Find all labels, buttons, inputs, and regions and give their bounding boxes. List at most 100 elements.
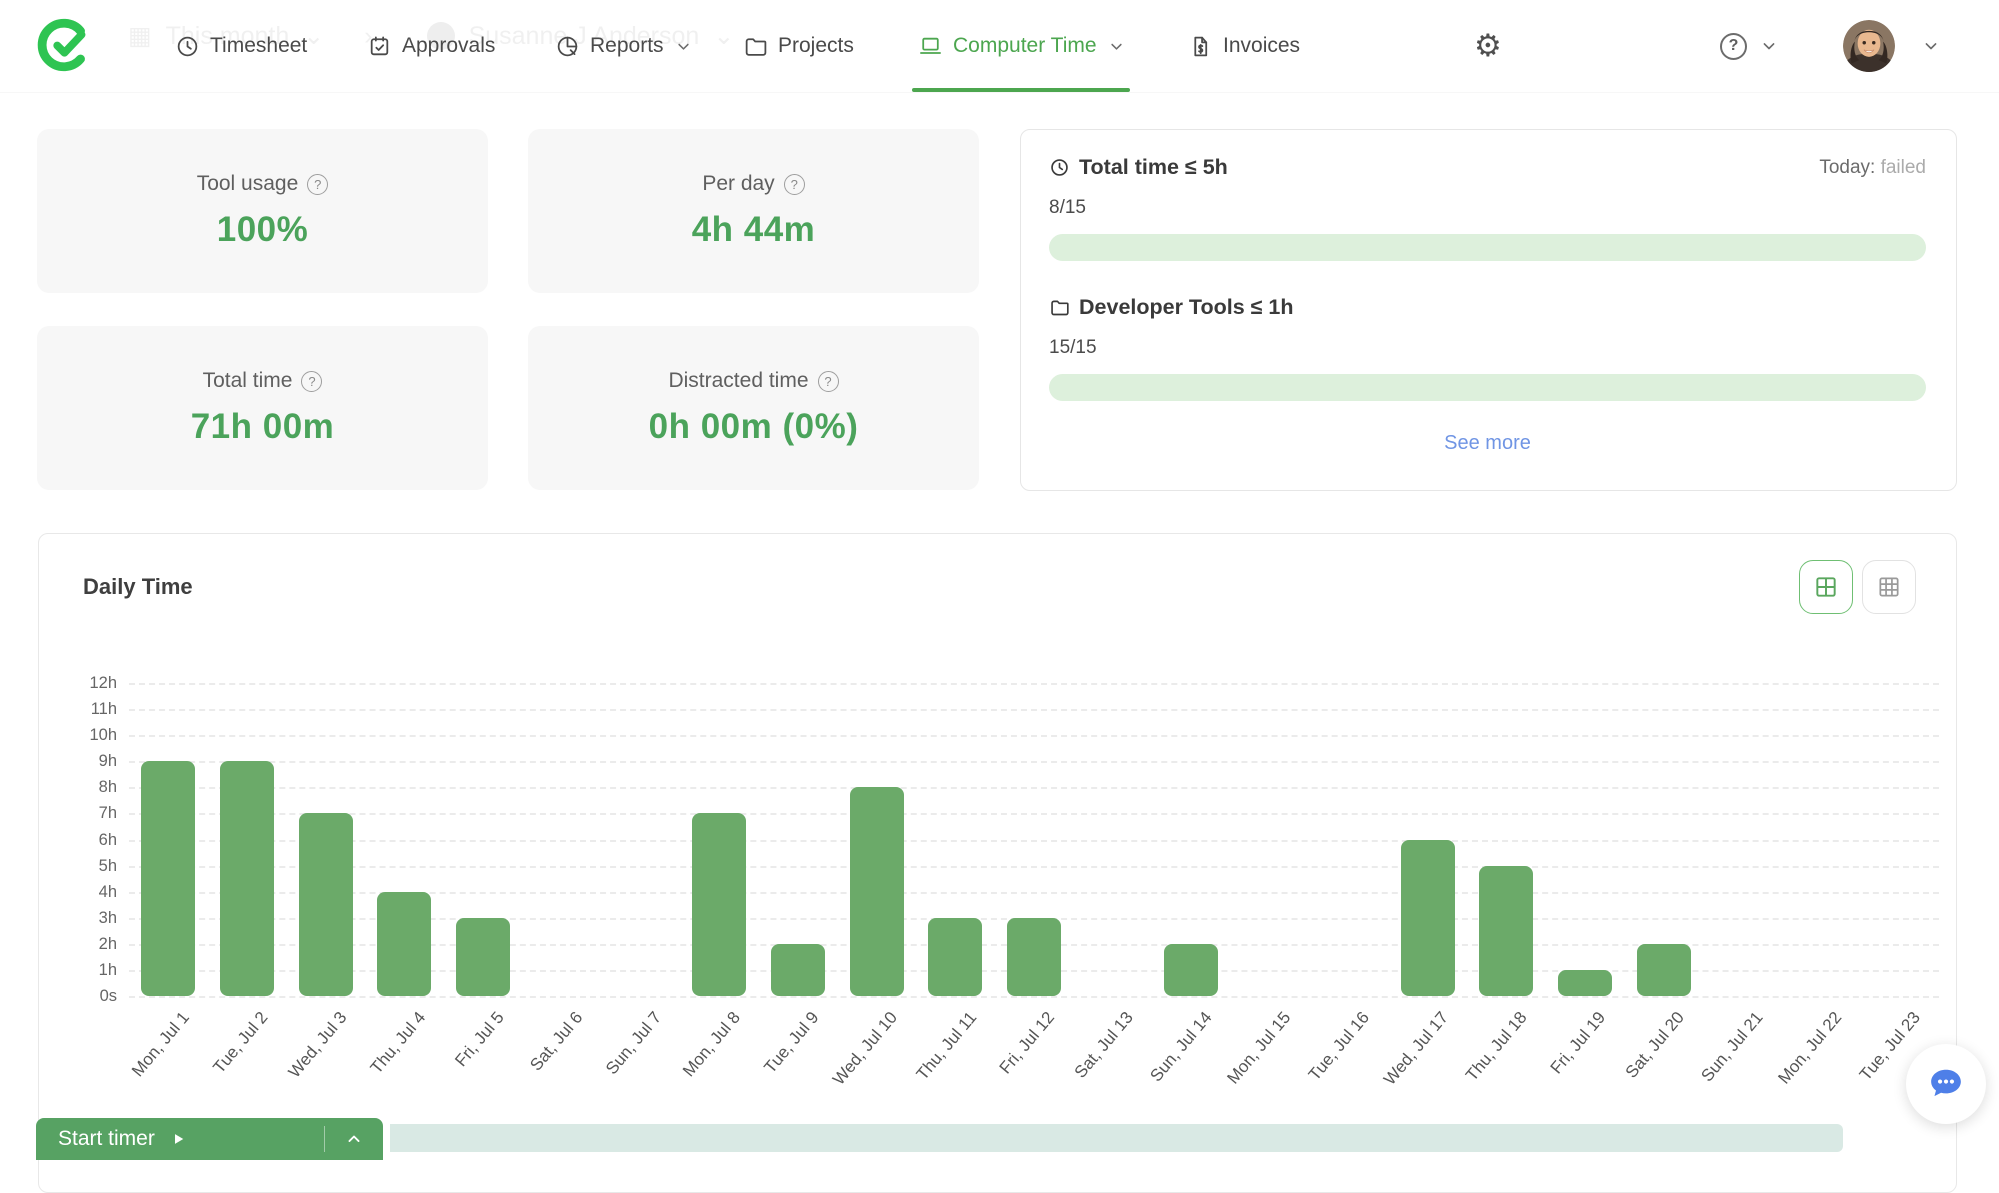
bar-fri-jul-12[interactable]: [1007, 917, 1062, 996]
chat-bubble-icon: [1931, 1069, 1961, 1097]
goal-header: Total time ≤ 5h Today: failed: [1049, 155, 1926, 180]
active-tab-underline: [912, 88, 1130, 92]
chart-cell: Sat, Jul 13: [1071, 683, 1152, 1082]
chart-cell: Wed, Jul 17: [1380, 683, 1467, 1089]
x-axis-label: Thu, Jul 4: [366, 1008, 430, 1078]
chart-cell: Tue, Jul 23: [1856, 683, 1939, 1084]
help-circle-icon: ?: [1720, 32, 1747, 60]
bar-mon-jul-8[interactable]: [692, 813, 747, 996]
chevron-up-icon: [348, 1135, 360, 1142]
avatar: [1843, 20, 1895, 72]
clock-icon: [1051, 159, 1068, 176]
user-menu[interactable]: [1843, 0, 1941, 92]
chart-cell: Sun, Jul 7: [601, 683, 680, 1078]
bar-mon-jul-1[interactable]: [141, 761, 196, 996]
bar-sat-jul-20[interactable]: [1636, 943, 1691, 996]
bar-wed-jul-3[interactable]: [298, 813, 353, 996]
chevron-down-icon: [1110, 43, 1122, 50]
bar-thu-jul-4[interactable]: [377, 891, 432, 996]
goal-status-value: failed: [1880, 156, 1926, 178]
nav-item-label: Computer Time: [953, 34, 1097, 57]
nav-item-timesheet[interactable]: Timesheet: [175, 0, 307, 92]
brand-check-logo-icon[interactable]: [36, 16, 94, 74]
y-axis-tick: 6h: [98, 830, 117, 849]
x-axis-label: Sat, Jul 13: [1071, 1008, 1138, 1082]
folder-icon: [1051, 300, 1069, 316]
y-axis-tick: 1h: [98, 960, 117, 979]
computer-time-dashboard: { "nav": { "logo_icon": "brand-check-log…: [0, 0, 1999, 1193]
x-axis-label: Fri, Jul 5: [451, 1008, 508, 1071]
bar-fri-jul-19[interactable]: [1558, 969, 1612, 996]
chart-view-button-active[interactable]: [1799, 560, 1853, 614]
stat-label: Total time: [202, 369, 293, 392]
settings-gear-icon[interactable]: ⚙: [1474, 0, 1502, 92]
x-axis-label: Mon, Jul 8: [678, 1008, 744, 1081]
chart-cell: Mon, Jul 22: [1775, 683, 1861, 1088]
help-menu[interactable]: ?: [1720, 0, 1779, 92]
chart-view-toggles: [1799, 560, 1916, 614]
chart-cell: Sat, Jul 6: [523, 683, 602, 1075]
y-axis-tick: 7h: [98, 804, 117, 823]
y-axis-tick: 11h: [90, 700, 117, 719]
nav-item-invoices[interactable]: Invoices: [1188, 0, 1300, 92]
nav-item-projects[interactable]: Projects: [743, 0, 854, 92]
goal-progress-bar: [1049, 234, 1926, 261]
chart-cell: Tue, Jul 16: [1305, 683, 1389, 1084]
bar-tue-jul-9[interactable]: [770, 943, 825, 996]
bar-fri-jul-5[interactable]: [456, 917, 511, 996]
chart-cell: Thu, Jul 4: [365, 683, 444, 1077]
horizontal-scrollbar[interactable]: [390, 1124, 1843, 1152]
chart-view-button-dense[interactable]: [1862, 560, 1916, 614]
nav-item-label: Invoices: [1223, 34, 1301, 57]
chart-cell: Wed, Jul 3: [284, 683, 365, 1082]
x-axis-label: Fri, Jul 12: [996, 1008, 1059, 1078]
chevron-down-icon: [677, 43, 689, 50]
nav-item-label: Timesheet: [210, 34, 308, 57]
ghost-chevron-down-icon: ⌄: [713, 22, 735, 50]
goal-header: Developer Tools ≤ 1h: [1049, 295, 1926, 320]
bar-wed-jul-17[interactable]: [1400, 839, 1455, 996]
stat-title-row: Tool usage ?: [197, 172, 329, 196]
chart-cell: Fri, Jul 5: [444, 683, 523, 1070]
chart-cell: Sat, Jul 20: [1622, 683, 1703, 1082]
start-timer-button[interactable]: Start timer: [36, 1118, 383, 1160]
chart-cell: Tue, Jul 2: [208, 683, 287, 1077]
stat-card-distracted-time: Distracted time ? 0h 00m (0%): [528, 326, 979, 490]
play-icon: [169, 1130, 187, 1148]
stat-title-row: Distracted time ?: [668, 369, 839, 393]
help-circle-icon[interactable]: ?: [783, 173, 805, 195]
chat-launcher[interactable]: [1906, 1044, 1986, 1124]
goal-row: Developer Tools ≤ 1h 15/15: [1049, 295, 1926, 401]
help-circle-icon[interactable]: ?: [301, 370, 323, 392]
chart-cell: Tue, Jul 9: [759, 683, 838, 1077]
x-axis-label: Wed, Jul 10: [829, 1008, 902, 1089]
stat-label: Distracted time: [668, 369, 809, 392]
see-more-link[interactable]: See more: [1049, 432, 1926, 455]
bar-thu-jul-18[interactable]: [1479, 865, 1534, 996]
x-axis-label: Thu, Jul 11: [912, 1008, 980, 1084]
y-axis-tick: 2h: [98, 934, 117, 953]
x-axis-label: Wed, Jul 3: [284, 1008, 351, 1082]
timer-collapse-toggle[interactable]: [325, 1118, 383, 1160]
x-axis-label: Wed, Jul 17: [1380, 1008, 1453, 1089]
chart-cell: Fri, Jul 12: [995, 683, 1074, 1077]
y-axis-tick: 8h: [98, 778, 117, 797]
nav-item-approvals[interactable]: Approvals: [367, 0, 495, 92]
stat-card-tool-usage: Tool usage ? 100%: [37, 129, 488, 293]
nav-item-label: Projects: [778, 34, 854, 57]
nav-item-reports[interactable]: Reports: [555, 0, 693, 92]
bar-thu-jul-11[interactable]: [928, 917, 983, 996]
goal-count: 15/15: [1049, 337, 1097, 358]
help-circle-icon[interactable]: ?: [817, 370, 839, 392]
bar-wed-jul-10[interactable]: [849, 787, 904, 996]
chevron-down-icon: [1925, 43, 1937, 50]
invoice-icon: [1194, 36, 1208, 56]
chart-header: Daily Time: [39, 560, 1956, 614]
bar-sun-jul-14[interactable]: [1164, 943, 1219, 996]
chart-cell: Mon, Jul 15: [1224, 683, 1310, 1088]
bar-tue-jul-2[interactable]: [220, 761, 275, 996]
x-axis-label: Fri, Jul 19: [1547, 1008, 1610, 1078]
x-axis-label: Mon, Jul 1: [127, 1008, 193, 1081]
nav-item-computer-time[interactable]: Computer Time: [918, 0, 1126, 92]
help-circle-icon[interactable]: ?: [307, 173, 329, 195]
